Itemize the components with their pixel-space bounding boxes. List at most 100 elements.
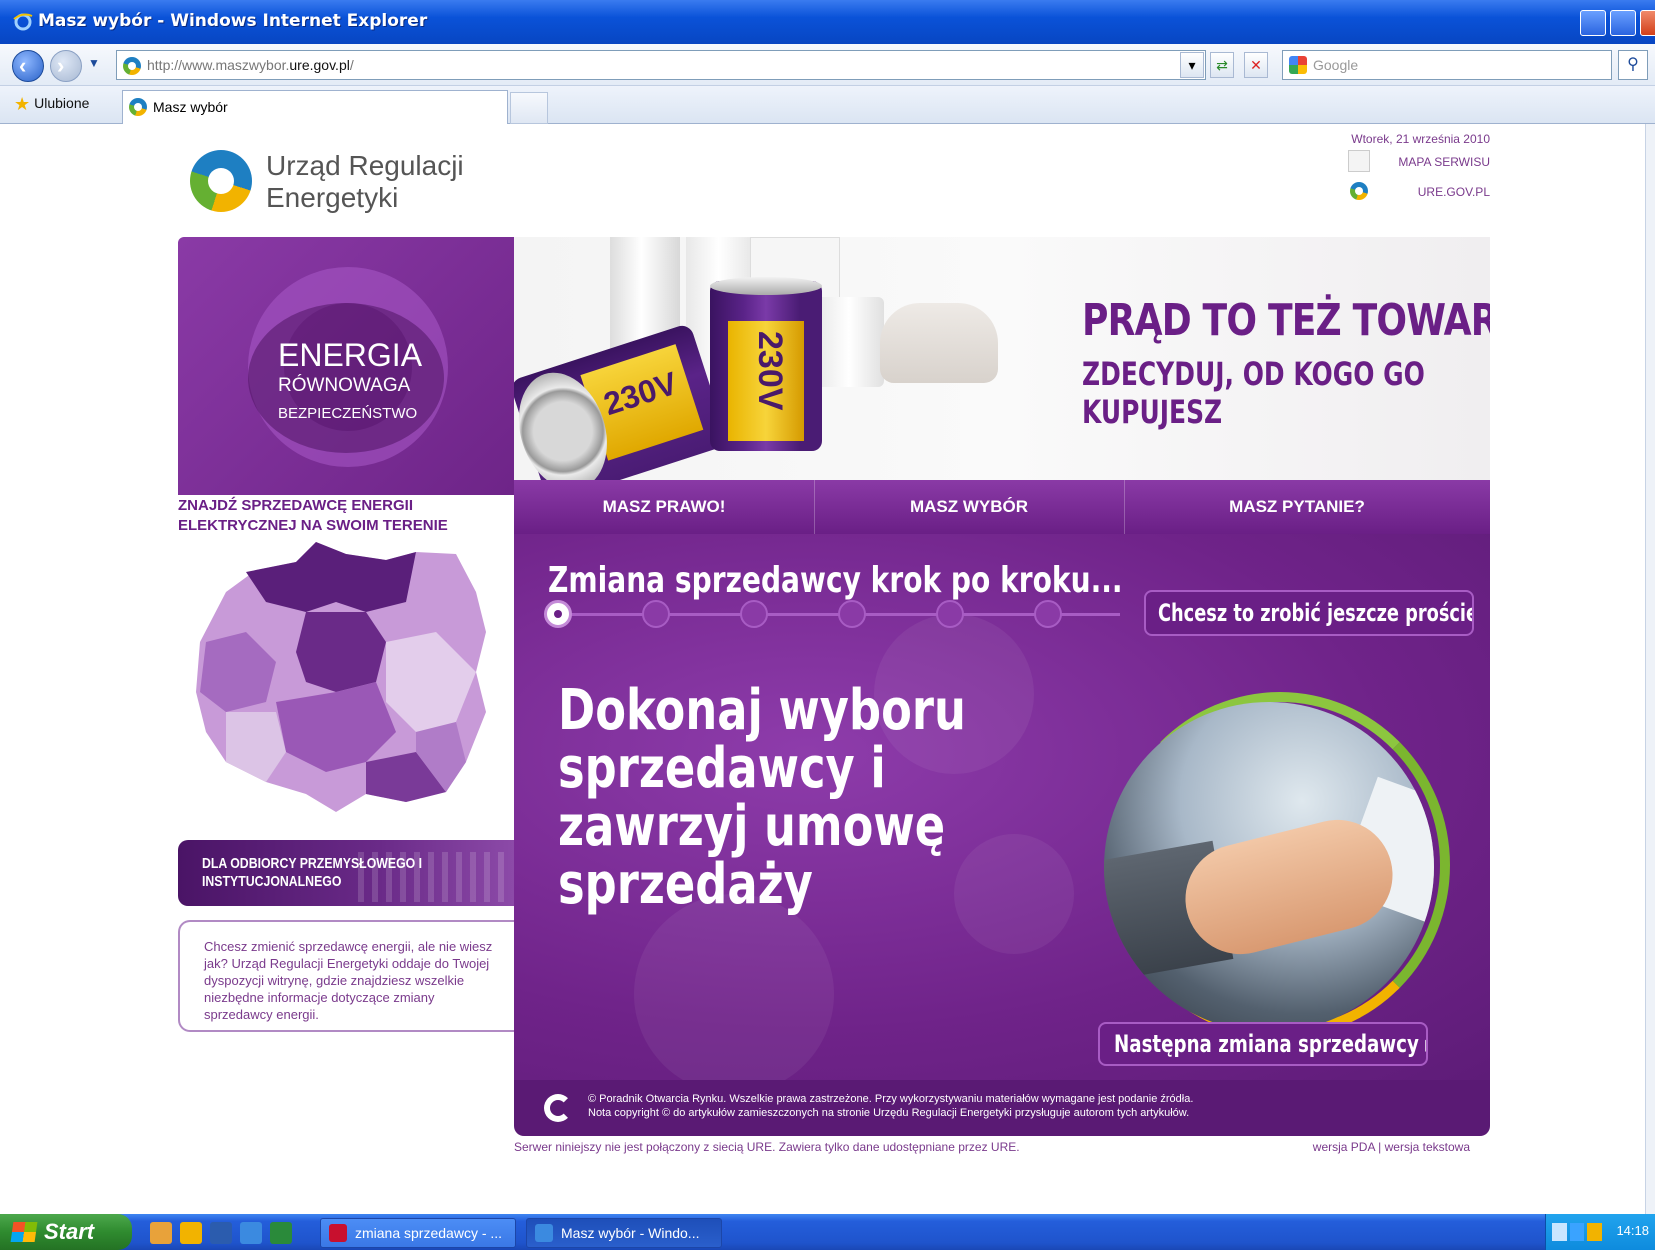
main-tabs: MASZ PRAWO! MASZ WYBÓR MASZ PYTANIE?	[514, 480, 1490, 534]
task-label: Masz wybór - Windo...	[561, 1225, 700, 1241]
tab-masz-pytanie[interactable]: MASZ PYTANIE?	[1124, 497, 1470, 517]
hero-headline: PRĄD TO TEŻ TOWAR	[1082, 295, 1490, 346]
site-favicon	[123, 57, 141, 75]
word-icon[interactable]	[210, 1222, 232, 1244]
step-6[interactable]	[1034, 600, 1062, 628]
url-domain: ure.gov.pl	[289, 57, 350, 73]
favorites-button[interactable]: ★ Ulubione	[14, 94, 89, 115]
energy-line1: ENERGIA	[278, 337, 423, 373]
start-label: Start	[44, 1219, 95, 1244]
pdf-icon	[329, 1224, 347, 1242]
task-button-ie[interactable]: Masz wybór - Windo...	[526, 1218, 722, 1248]
outlook-icon[interactable]	[180, 1222, 202, 1244]
sitemap-icon	[1348, 150, 1370, 172]
info-text: Chcesz zmienić sprzedawcę energii, ale n…	[204, 939, 493, 1022]
excel-icon[interactable]	[270, 1222, 292, 1244]
internet-explorer-icon[interactable]	[240, 1222, 262, 1244]
simpler-button-label: Chcesz to zrobić jeszcze prościej?	[1158, 599, 1474, 627]
next-change-button[interactable]: Następna zmiana sprzedawcy ▸	[1098, 1022, 1434, 1070]
sitemap-link[interactable]: MAPA SERWISU	[1398, 155, 1490, 169]
close-button[interactable]	[1640, 10, 1655, 36]
quicklaunch-icon[interactable]	[150, 1222, 172, 1244]
maximize-button[interactable]	[1610, 10, 1636, 36]
windows-flag-icon	[10, 1222, 38, 1242]
arrow-left-icon: ‹	[19, 53, 27, 78]
egg-carton-image	[880, 303, 998, 383]
bokeh-light	[634, 894, 834, 1080]
energy-line2: RÓWNOWAGA	[278, 375, 411, 396]
internet-explorer-icon	[535, 1224, 553, 1242]
start-button[interactable]: Start	[0, 1214, 132, 1250]
link-separator: |	[1378, 1140, 1382, 1154]
can-label: 230V	[751, 331, 789, 411]
forward-button[interactable]: ›	[50, 50, 82, 82]
system-tray: 14:18	[1545, 1214, 1655, 1250]
next-change-label: Następna zmiana sprzedawcy ▸	[1114, 1030, 1428, 1058]
task-button-pdf[interactable]: zmiana sprzedawcy - ...	[320, 1218, 516, 1248]
star-icon: ★	[14, 94, 31, 114]
industrial-link-label: DLA ODBIORCY PRZEMYSŁOWEGO I INSTYTUCJON…	[202, 855, 423, 890]
arrow-right-icon: ›	[57, 53, 65, 78]
site-favicon	[129, 98, 147, 116]
step-2[interactable]	[642, 600, 670, 628]
hero-subheadline: ZDECYDUJ, OD KOGO GO KUPUJESZ	[1082, 355, 1425, 431]
stop-button[interactable]: ✕	[1244, 52, 1268, 78]
simpler-button[interactable]: Chcesz to zrobić jeszcze prościej?	[1144, 590, 1474, 636]
tray-clock: 14:18	[1616, 1223, 1649, 1238]
minimize-button[interactable]	[1580, 10, 1606, 36]
step-4[interactable]	[838, 600, 866, 628]
poland-map[interactable]	[186, 532, 512, 822]
energy-box: ENERGIA RÓWNOWAGA BEZPIECZEŃSTWO	[178, 237, 514, 495]
page-viewport: Urząd Regulacji Energetyki Wtorek, 21 wr…	[10, 124, 1645, 1214]
bottom-links: wersja PDA | wersja tekstowa	[1280, 1140, 1470, 1154]
refresh-button[interactable]: ⇄	[1210, 52, 1234, 78]
google-icon	[1289, 56, 1307, 74]
address-toolbar: ‹ › ▼ http://www.maszwybor.ure.gov.pl/ ▾…	[0, 44, 1655, 86]
url-prefix: http://www.maszwybor.	[147, 57, 290, 73]
panel-footer: © Poradnik Otwarcia Rynku. Wszelkie praw…	[514, 1080, 1490, 1136]
can-lying-image: 230V	[514, 322, 730, 495]
tab-masz-wybor[interactable]: MASZ WYBÓR	[814, 497, 1124, 517]
energy-line3: BEZPIECZEŃSTWO	[278, 405, 418, 422]
yogurt-image	[814, 297, 884, 387]
task-label: zmiana sprzedawcy - ...	[355, 1225, 503, 1241]
step-1[interactable]	[544, 600, 572, 628]
next-change-button-box: Następna zmiana sprzedawcy ▸	[1098, 1022, 1428, 1066]
main-headline: Dokonaj wyboru sprzedawcy i zawrzyj umow…	[558, 678, 966, 917]
current-date: Wtorek, 21 września 2010	[1351, 132, 1490, 146]
hands-graphic	[1173, 808, 1405, 966]
search-placeholder: Google	[1313, 57, 1359, 73]
footer-text: © Poradnik Otwarcia Rynku. Wszelkie praw…	[588, 1092, 1468, 1120]
search-button[interactable]: ⚲	[1618, 50, 1648, 80]
pda-version-link[interactable]: wersja PDA	[1313, 1140, 1375, 1154]
search-input[interactable]: Google	[1282, 50, 1612, 80]
handshake-photo	[1104, 702, 1434, 1032]
steps-title: Zmiana sprzedawcy krok po kroku...	[548, 560, 1123, 601]
text-version-link[interactable]: wersja tekstowa	[1385, 1140, 1470, 1154]
footer-line2: Nota copyright © do artykułów zamieszczo…	[588, 1107, 1190, 1119]
tray-icons[interactable]	[1552, 1223, 1602, 1241]
history-dropdown-icon[interactable]: ▼	[88, 56, 100, 70]
internet-explorer-icon	[13, 13, 33, 31]
hero-banner: 230V 230V PRĄD TO TEŻ TOWAR ZDECYDUJ, OD…	[514, 237, 1490, 495]
browser-tab[interactable]: Masz wybór	[122, 90, 508, 124]
window-title: Masz wybór - Windows Internet Explorer	[38, 11, 428, 31]
vertical-scrollbar[interactable]	[1645, 124, 1655, 1214]
favorites-label: Ulubione	[34, 95, 90, 111]
step-5[interactable]	[936, 600, 964, 628]
address-input[interactable]: http://www.maszwybor.ure.gov.pl/	[116, 50, 1206, 80]
step-3[interactable]	[740, 600, 768, 628]
seller-finder-title: ZNAJDŹ SPRZEDAWCĘ ENERGII ELEKTRYCZNEJ N…	[178, 497, 448, 534]
industrial-customer-link[interactable]: DLA ODBIORCY PRZEMYSŁOWEGO I INSTYTUCJON…	[178, 840, 514, 906]
ure-gov-link[interactable]: URE.GOV.PL	[1418, 185, 1490, 199]
new-tab-button[interactable]	[510, 92, 548, 124]
taskbar: Start zmiana sprzedawcy - ... Masz wybór…	[0, 1214, 1655, 1250]
map-region	[246, 542, 416, 612]
favorites-bar: ★ Ulubione Masz wybór	[0, 86, 1655, 124]
tab-masz-prawo[interactable]: MASZ PRAWO!	[514, 497, 814, 517]
back-button[interactable]: ‹	[12, 50, 44, 82]
can-standing-image: 230V	[710, 277, 822, 451]
tab-title: Masz wybór	[153, 99, 228, 115]
map-region	[296, 612, 386, 692]
address-dropdown-button[interactable]: ▾	[1180, 52, 1204, 78]
